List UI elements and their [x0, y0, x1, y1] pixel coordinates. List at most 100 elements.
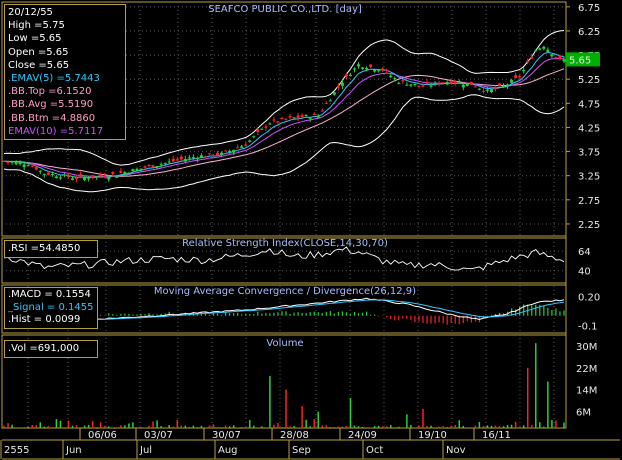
candle-body: [538, 48, 542, 50]
candle-body: [62, 174, 66, 176]
candle-body: [296, 115, 300, 118]
rsi-info-box: .RSI =54.4850: [4, 240, 98, 258]
candle-body: [212, 155, 215, 157]
candle-body: [159, 164, 163, 166]
candle-body: [123, 172, 127, 175]
macd-tick-label: -0.1: [578, 321, 598, 332]
candle-body: [167, 161, 171, 163]
candle-body: [316, 115, 320, 118]
candle-body: [203, 156, 207, 158]
candle-body: [369, 64, 373, 68]
candle-body: [522, 69, 526, 72]
info-open: Open =5.65: [8, 46, 69, 58]
price-tick-label: 4.75: [578, 99, 600, 110]
price-tick-label: 2.75: [578, 196, 600, 207]
date-tick-label: 28/08: [280, 430, 309, 441]
candle-body: [498, 83, 502, 86]
candle-body: [175, 159, 179, 161]
macd-info-box: .MACD = 0.1554 _Signal = 0.1455 .Hist = …: [4, 287, 98, 329]
candle-body: [393, 78, 397, 80]
date-tick-label: 24/09: [348, 430, 377, 441]
candle-body: [6, 161, 10, 163]
candle-body: [429, 85, 433, 87]
price-tick-label: 6.25: [578, 27, 600, 38]
candle-body: [562, 59, 566, 62]
candle-body: [207, 153, 211, 155]
candle-body: [163, 162, 167, 164]
candle-body: [119, 170, 123, 173]
candle-body: [232, 149, 236, 153]
info-bbtop: .BB.Top =6.1520: [8, 86, 92, 98]
candle-body: [139, 168, 143, 170]
info-emav5: .EMAV(5) =5.7443: [8, 73, 100, 85]
month-tick-label: 2555: [4, 445, 29, 456]
candle-body: [127, 172, 131, 174]
candle-body: [151, 165, 155, 168]
candle-body: [377, 70, 381, 72]
candle-body: [437, 82, 441, 85]
candle-body: [494, 87, 497, 89]
candle-body: [340, 82, 344, 86]
candle-body: [433, 82, 437, 84]
candle-body: [518, 76, 522, 78]
candle-body: [485, 89, 489, 91]
info-low: Low =5.65: [8, 33, 62, 45]
candle-body: [477, 88, 481, 90]
candle-body: [220, 152, 224, 155]
info-bbavg: .BB.Avg =5.5190: [8, 99, 94, 111]
candle-body: [506, 84, 510, 86]
candle-body: [530, 56, 534, 59]
candle-body: [461, 84, 465, 88]
candle-body: [405, 84, 409, 86]
candle-body: [514, 75, 518, 78]
candle-body: [54, 176, 58, 179]
candle-body: [87, 178, 91, 180]
candle-body: [99, 174, 103, 177]
candle-body: [288, 115, 292, 118]
candle-body: [381, 68, 385, 71]
candle-body: [10, 161, 14, 163]
candle-body: [272, 119, 276, 121]
candle-body: [26, 165, 30, 167]
volume-tick-label: 30M: [576, 342, 597, 353]
candle-body: [46, 172, 50, 175]
candle-body: [79, 174, 83, 177]
candle-body: [38, 170, 42, 172]
candle-body: [469, 81, 473, 85]
month-tick-label: Nov: [446, 445, 466, 456]
info-emav10: EMAV(10) =5.7117: [8, 125, 104, 137]
candle-body: [111, 172, 115, 175]
candle-body: [453, 80, 457, 84]
candle-body: [199, 155, 203, 158]
candle-body: [481, 90, 485, 92]
candle-body: [14, 161, 18, 165]
candle-body: [328, 100, 332, 102]
date-tick-label: 16/11: [482, 430, 511, 441]
candle-body: [304, 115, 308, 117]
candle-body: [344, 74, 348, 77]
month-tick-label: Sep: [292, 445, 311, 456]
candle-body: [179, 156, 183, 160]
volume-tick-label: 6M: [576, 408, 591, 419]
candle-body: [554, 56, 558, 58]
candle-body: [240, 146, 244, 148]
rsi-value: .RSI =54.4850: [8, 243, 81, 254]
candle-body: [135, 168, 139, 172]
candle-body: [510, 79, 514, 83]
macd-value: .MACD = 0.1554: [8, 289, 91, 300]
candle-body: [191, 157, 195, 159]
candle-body: [558, 55, 562, 59]
info-high: High =5.75: [8, 20, 65, 32]
candle-body: [421, 85, 425, 87]
date-tick-label: 03/07: [144, 430, 173, 441]
candle-body: [103, 175, 107, 178]
candle-body: [131, 169, 135, 172]
price-info-box: 20/12/55 High =5.75 Low =5.65 Open =5.65…: [4, 4, 126, 141]
candle-body: [18, 162, 22, 165]
candle-body: [187, 157, 191, 159]
signal-value: _Signal = 0.1455: [8, 301, 94, 313]
candle-body: [373, 69, 377, 72]
candle-body: [292, 117, 296, 119]
candle-body: [22, 164, 26, 168]
candle-body: [280, 117, 284, 119]
